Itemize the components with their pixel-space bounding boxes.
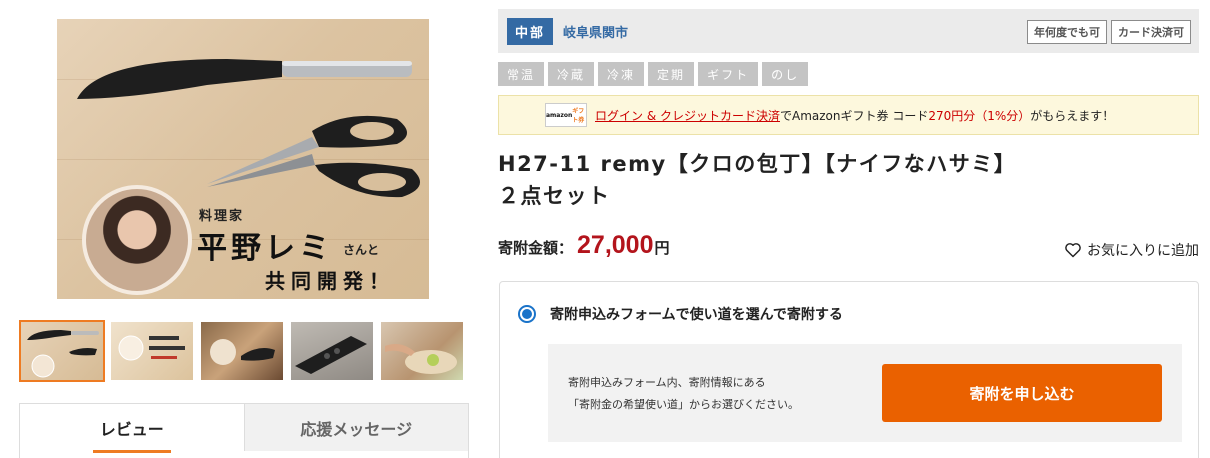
amazon-banner-text: ログイン & クレジットカード決済でAmazonギフト券 コード270円分（1%… — [595, 108, 1115, 123]
tab-support-message[interactable]: 応援メッセージ — [243, 404, 468, 451]
caption-collab: 共同開発！ — [265, 269, 395, 293]
region-tag[interactable]: 中部 — [507, 17, 554, 45]
chip-noshi: のし — [762, 62, 809, 86]
chip-gift: ギフト — [698, 62, 759, 86]
donation-panel: 寄附申込みフォーム内、寄附情報にある 「寄附金の希望使い道」からお選びください。… — [548, 344, 1182, 442]
region-city-link[interactable]: 岐阜県関市 — [563, 22, 628, 41]
donation-option-label: 寄附申込みフォームで使い道を選んで寄附する — [550, 307, 843, 323]
caption-honorific: さんと — [343, 243, 380, 257]
chip-refrigerated: 冷蔵 — [548, 62, 595, 86]
region-bar: 中部 岐阜県関市 年何度でも可 カード決済可 — [498, 9, 1199, 53]
donation-price: 寄附金額： 27,000 円 — [498, 231, 670, 260]
thumbnail-strip — [19, 320, 470, 382]
add-favorite-button[interactable]: お気に入りに追加 — [1064, 240, 1199, 260]
caption-name: 平野レミ — [197, 231, 333, 266]
product-title: H27-11 remy【クロの包丁】【ナイフなハサミ】 ２点セット — [498, 152, 1017, 208]
thumbnail-2[interactable] — [109, 320, 195, 382]
shipping-chips: 常温 冷蔵 冷凍 定期 ギフト のし — [498, 62, 809, 86]
thumbnail-1[interactable] — [19, 320, 105, 382]
heart-icon — [1065, 243, 1081, 258]
price-value: 27,000 — [577, 231, 654, 259]
chef-portrait — [82, 185, 192, 295]
chip-room-temp: 常温 — [498, 62, 545, 86]
chip-subscription: 定期 — [648, 62, 695, 86]
chip-frozen: 冷凍 — [598, 62, 645, 86]
tab-review[interactable]: レビュー — [20, 404, 244, 453]
amazon-gift-banner: amazon ギフト券 ログイン & クレジットカード決済でAmazonギフト券 … — [498, 95, 1199, 135]
product-main-image: 料理家 平野レミ さんと 共同開発！ — [57, 19, 429, 299]
price-unit: 円 — [654, 239, 670, 257]
thumbnail-4[interactable] — [289, 320, 375, 382]
donation-form: 寄附申込みフォームで使い道を選んで寄附する 寄附申込みフォーム内、寄附情報にある… — [499, 281, 1199, 458]
thumbnail-3[interactable] — [199, 320, 285, 382]
caption-title: 料理家 — [199, 209, 245, 224]
apply-donation-button[interactable]: 寄附を申し込む — [882, 364, 1162, 422]
badge-multiple-times: 年何度でも可 — [1027, 20, 1107, 44]
panel-instructions: 寄附申込みフォーム内、寄附情報にある 「寄附金の希望使い道」からお選びください。 — [568, 376, 799, 411]
amazon-gift-card-icon: amazon ギフト券 — [545, 103, 587, 127]
favorite-label: お気に入りに追加 — [1087, 243, 1199, 259]
thumbnail-5[interactable] — [379, 320, 465, 382]
badge-card-payment: カード決済可 — [1111, 20, 1191, 44]
review-tabs: レビュー 応援メッセージ — [19, 403, 469, 458]
radio-selected[interactable] — [518, 305, 536, 323]
donation-option[interactable]: 寄附申込みフォームで使い道を選んで寄附する — [518, 304, 843, 324]
price-label: 寄附金額： — [498, 239, 574, 257]
login-card-link[interactable]: ログイン & クレジットカード決済 — [595, 109, 780, 123]
payment-badges: 年何度でも可 カード決済可 — [1027, 20, 1191, 44]
